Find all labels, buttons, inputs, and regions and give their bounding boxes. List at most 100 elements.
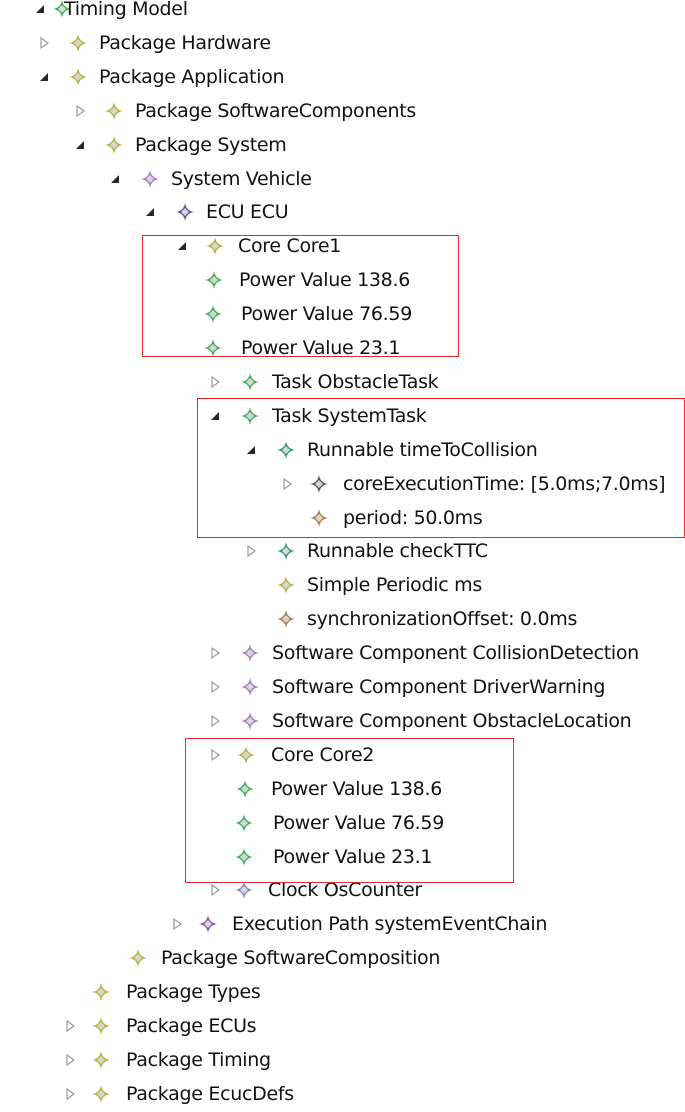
tree-item[interactable]: Core Core1 (0, 230, 685, 264)
tree-item-label: period: 50.0ms (343, 506, 483, 529)
tree-item[interactable]: Core Core2 (0, 739, 685, 773)
tree-item[interactable]: Package Hardware (0, 27, 685, 61)
diamond-star-icon (204, 270, 224, 290)
collapsed-arrow-icon[interactable] (63, 1019, 77, 1033)
tree-item[interactable]: Runnable timeToCollision (0, 434, 685, 468)
tree-item[interactable]: Package SoftwareComposition (0, 942, 685, 976)
tree-item[interactable]: Timing Model (0, 0, 685, 27)
tree-item[interactable]: Power Value 138.6 (0, 264, 685, 298)
collapsed-arrow-icon[interactable] (73, 104, 87, 118)
expanded-arrow-icon[interactable] (244, 443, 258, 457)
collapsed-arrow-icon[interactable] (208, 883, 222, 897)
expanded-arrow-icon[interactable] (175, 239, 189, 253)
tree-item[interactable]: Runnable checkTTC (0, 535, 685, 569)
tree-item-label: System Vehicle (171, 167, 312, 190)
collapsed-arrow-icon[interactable] (208, 748, 222, 762)
diamond-star-icon (91, 1016, 111, 1036)
tree-item[interactable]: Software Component CollisionDetection (0, 637, 685, 671)
tree-item[interactable]: Execution Path systemEventChain (0, 908, 685, 942)
collapsed-arrow-icon[interactable] (170, 917, 184, 931)
tree-item[interactable]: Power Value 23.1 (0, 332, 685, 366)
collapsed-arrow-icon[interactable] (63, 1087, 77, 1101)
diamond-star-icon (236, 745, 256, 765)
tree-item[interactable]: period: 50.0ms (0, 502, 685, 536)
tree-item-label: ECU ECU (206, 201, 289, 224)
tree-item-label: Runnable timeToCollision (307, 438, 538, 461)
diamond-star-icon (276, 575, 296, 595)
tree-item[interactable]: Power Value 23.1 (0, 841, 685, 875)
tree-item-label: Simple Periodic ms (307, 574, 482, 597)
tree-item[interactable]: Power Value 76.59 (0, 298, 685, 332)
tree-item-label: Timing Model (64, 0, 188, 20)
tree-item[interactable]: Package ECUs (0, 1010, 685, 1044)
diamond-star-icon (203, 338, 223, 358)
collapsed-arrow-icon[interactable] (208, 680, 222, 694)
tree-item-label: Package Hardware (99, 31, 271, 54)
expanded-arrow-icon[interactable] (73, 138, 87, 152)
expanded-arrow-icon[interactable] (37, 70, 51, 84)
tree-item[interactable]: Task SystemTask (0, 400, 685, 434)
tree-item-label: Package Application (99, 65, 285, 88)
tree-item[interactable]: coreExecutionTime: [5.0ms;7.0ms] (0, 468, 685, 502)
diamond-star-icon (68, 33, 88, 53)
tree-item-label: Power Value 138.6 (239, 269, 410, 292)
diamond-star-icon (203, 304, 223, 324)
diamond-star-icon (276, 541, 296, 561)
collapsed-arrow-icon[interactable] (280, 477, 294, 491)
diamond-star-icon (128, 948, 148, 968)
diamond-star-icon (240, 711, 260, 731)
tree-item-label: Power Value 138.6 (271, 777, 442, 800)
tree-item[interactable]: System Vehicle (0, 163, 685, 197)
collapsed-arrow-icon[interactable] (244, 544, 258, 558)
collapsed-arrow-icon[interactable] (37, 36, 51, 50)
tree-item-label: Power Value 76.59 (273, 811, 444, 834)
tree-item[interactable]: Package Application (0, 61, 685, 95)
expanded-arrow-icon[interactable] (108, 172, 122, 186)
expanded-arrow-icon[interactable] (33, 2, 47, 16)
tree-item[interactable]: synchronizationOffset: 0.0ms (0, 603, 685, 637)
tree-item-label: Power Value 23.1 (273, 845, 433, 868)
tree-item-label: Runnable checkTTC (307, 540, 488, 563)
tree-item[interactable]: ECU ECU (0, 196, 685, 230)
tree-item[interactable]: Simple Periodic ms (0, 569, 685, 603)
collapsed-arrow-icon[interactable] (208, 714, 222, 728)
diamond-star-icon (175, 202, 195, 222)
tree-item-label: Package SoftwareComponents (135, 99, 416, 122)
tree-item-label: Execution Path systemEventChain (232, 913, 548, 936)
expanded-arrow-icon[interactable] (143, 205, 157, 219)
tree-item-label: Core Core1 (238, 235, 342, 258)
tree-item[interactable]: Power Value 138.6 (0, 773, 685, 807)
tree-item[interactable]: Package System (0, 129, 685, 163)
diamond-star-icon (198, 914, 218, 934)
tree-item[interactable]: Package SoftwareComponents (0, 95, 685, 129)
tree-item-label: Power Value 76.59 (241, 303, 412, 326)
tree-item-label: Software Component DriverWarning (272, 676, 606, 698)
tree-item-label: Power Value 23.1 (241, 337, 401, 359)
tree-item-label: Core Core2 (271, 743, 375, 766)
diamond-star-icon (91, 982, 111, 1002)
tree-item[interactable]: Power Value 76.59 (0, 807, 685, 841)
diamond-star-icon (91, 1084, 111, 1104)
collapsed-arrow-icon[interactable] (208, 646, 222, 660)
tree-item[interactable]: Clock OsCounter (0, 874, 685, 908)
diamond-star-icon (276, 440, 296, 460)
tree-item-label: Package Timing (126, 1048, 271, 1071)
tree-item[interactable]: Package Types (0, 976, 685, 1010)
tree-item-label: Task SystemTask (272, 404, 427, 427)
diamond-star-icon (240, 406, 260, 426)
collapsed-arrow-icon[interactable] (63, 1053, 77, 1067)
tree-item[interactable]: Software Component ObstacleLocation (0, 705, 685, 739)
diamond-star-icon (240, 643, 260, 663)
diamond-star-icon (104, 135, 124, 155)
tree-item[interactable]: Software Component DriverWarning (0, 671, 685, 705)
expanded-arrow-icon[interactable] (208, 409, 222, 423)
tree-item-label: Package Types (126, 981, 261, 1004)
diamond-star-icon (104, 101, 124, 121)
collapsed-arrow-icon[interactable] (208, 375, 222, 389)
tree-item[interactable]: Package EcucDefs (0, 1078, 685, 1112)
diamond-star-icon (235, 779, 255, 799)
tree-item-label: Software Component CollisionDetection (272, 642, 639, 665)
tree-item[interactable]: Package Timing (0, 1044, 685, 1078)
tree-item[interactable]: Task ObstacleTask (0, 366, 685, 400)
diamond-star-icon (240, 677, 260, 697)
